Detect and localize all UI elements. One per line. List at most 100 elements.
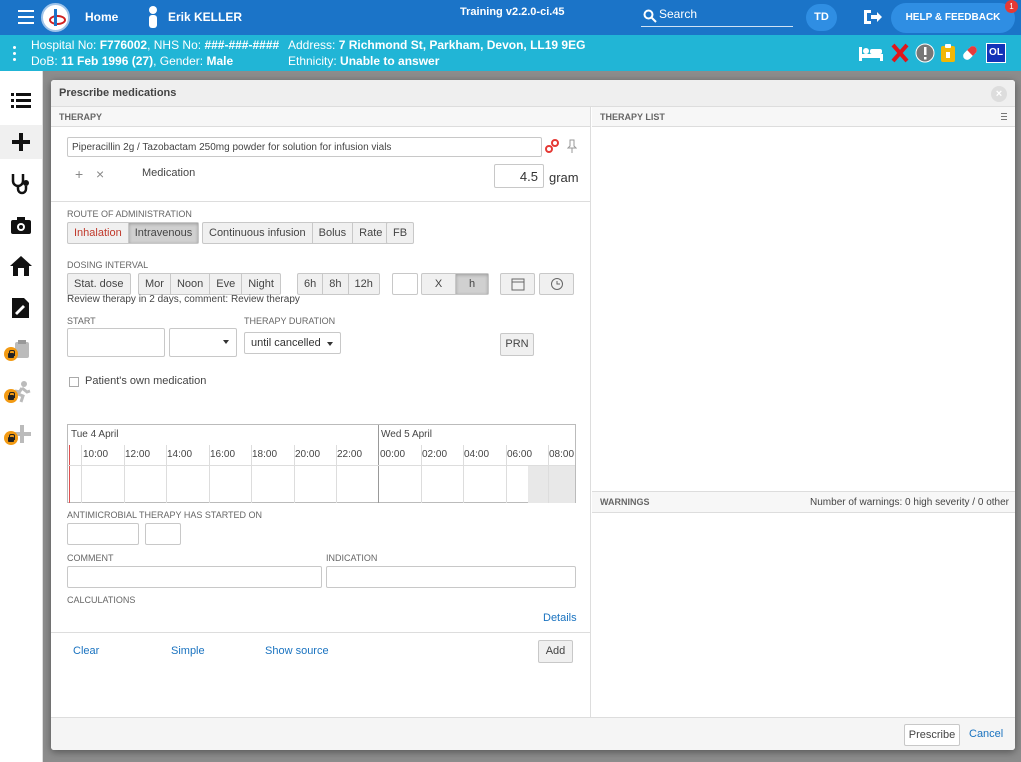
menu-icon[interactable] [18,10,34,24]
show-source-link[interactable]: Show source [265,645,329,657]
patient-banner: Hospital No: F776002, NHS No: ###-###-##… [0,35,1021,71]
review-text: Review therapy in 2 days, comment: Revie… [67,294,300,305]
eve-button[interactable]: Eve [210,274,243,294]
user-icon [149,6,157,28]
hour-label: 08:00 [549,449,575,460]
app-logo-icon[interactable] [41,3,70,32]
clock-button[interactable] [539,273,574,295]
noon-button[interactable]: Noon [171,274,211,294]
hour-label: 04:00 [464,449,490,460]
home-icon[interactable] [8,253,34,279]
stethoscope-icon[interactable] [8,170,34,196]
top-bar: Home Erik KELLER Training v2.2.0-ci.45 S… [0,0,1021,35]
therapy-pane: THERAPY Piperacillin 2g / Tazobactam 250… [51,107,591,717]
search-label: Search [659,7,698,21]
nhs-number: ###-###-#### [204,38,280,52]
clear-link[interactable]: Clear [73,645,99,657]
hour-label: 06:00 [507,449,533,460]
search-input[interactable]: Search [641,5,793,27]
start-time-select[interactable] [169,328,237,357]
home-link[interactable]: Home [85,10,118,24]
prn-button[interactable]: PRN [500,333,534,356]
timeline-day-2: Wed 5 April [381,429,432,440]
antimicrobial-time-input[interactable] [145,523,181,545]
continuous-infusion-button[interactable]: Continuous infusion [203,223,313,243]
ethnicity-value: Unable to answer [340,54,440,68]
more-icon[interactable] [13,46,16,64]
warning-icon[interactable] [915,43,935,63]
mor-button[interactable]: Mor [139,274,171,294]
hour-label: 20:00 [295,449,321,460]
start-date-input[interactable] [67,328,165,357]
plus-icon[interactable] [8,129,34,155]
medication-input[interactable]: Piperacillin 2g / Tazobactam 250mg powde… [67,137,542,157]
fb-button[interactable]: FB [387,223,413,243]
left-sidebar [0,71,43,762]
simple-link[interactable]: Simple [171,645,205,657]
medication-input-value: Piperacillin 2g / Tazobactam 250mg powde… [72,142,392,153]
add-medication-icon[interactable]: + [75,166,83,182]
modal-header: Prescribe medications × [51,80,1015,107]
lock-icon [4,389,18,403]
clipboard-icon[interactable] [938,43,958,63]
link-icon[interactable] [545,139,559,153]
calendar-icon [511,278,524,291]
night-button[interactable]: Night [242,274,280,294]
antimicrobial-date-input[interactable] [67,523,139,545]
indication-input[interactable] [326,566,576,588]
time-of-day-group: Mor Noon Eve Night [138,273,281,295]
prescribe-button[interactable]: Prescribe [904,724,960,746]
route-intravenous-button[interactable]: Intravenous [128,223,199,243]
ol-badge[interactable]: OL [986,43,1006,63]
calendar-button[interactable] [500,273,535,295]
details-link[interactable]: Details [543,612,577,624]
add-button[interactable]: Add [538,640,573,663]
cancel-link[interactable]: Cancel [969,728,1003,740]
indication-label: INDICATION [326,553,378,563]
h-button[interactable]: h [456,274,488,294]
hour-label: 00:00 [380,449,406,460]
camera-icon[interactable] [8,212,34,238]
therapy-timeline: Tue 4 April Wed 5 April 10:00 12:00 14:0… [67,424,576,503]
user-name[interactable]: Erik KELLER [168,10,242,24]
infusion-mode-group: Continuous infusion Bolus Rate [202,222,390,244]
medication-pill-icon[interactable] [960,43,980,63]
rate-button[interactable]: Rate [353,223,388,243]
12h-button[interactable]: 12h [349,274,379,294]
user-initials-avatar[interactable]: TD [806,4,837,31]
pin-icon[interactable] [567,139,577,153]
x-button[interactable]: X [422,274,456,294]
hour-label: 22:00 [337,449,363,460]
6h-button[interactable]: 6h [298,274,324,294]
interval-unit-group: X h [421,273,489,295]
therapy-duration-select[interactable]: until cancelled [244,332,341,354]
logout-icon[interactable] [862,8,882,26]
dose-input[interactable]: 4.5 [494,164,544,188]
help-feedback-button[interactable]: HELP & FEEDBACK [891,3,1015,33]
grid-line [548,445,549,503]
own-medication-checkbox[interactable] [69,377,79,387]
bed-icon[interactable] [858,43,884,63]
current-time-marker [69,445,70,503]
modal-footer: Prescribe Cancel [51,717,1015,750]
bolus-button[interactable]: Bolus [313,223,354,243]
close-icon[interactable]: × [991,86,1007,102]
address-line: Address: 7 Richmond St, Parkham, Devon, … [288,38,585,52]
interval-number-input[interactable] [392,273,418,295]
list-icon[interactable] [8,87,34,113]
chevron-down-icon [327,342,333,346]
stat-dose-button[interactable]: Stat. dose [68,274,130,294]
document-edit-icon[interactable] [8,295,34,321]
therapy-duration-label: THERAPY DURATION [244,316,336,326]
grid-line [294,445,295,503]
comment-input[interactable] [67,566,322,588]
lock-icon [4,347,18,361]
route-inhalation-button[interactable]: Inhalation [68,223,129,243]
8h-button[interactable]: 8h [323,274,349,294]
allergy-x-icon[interactable] [890,43,910,63]
fb-group: FB [386,222,415,244]
remove-medication-icon[interactable]: × [96,166,104,182]
menu-icon[interactable] [1001,113,1007,120]
grid-line [251,445,252,503]
grid-line [463,445,464,503]
